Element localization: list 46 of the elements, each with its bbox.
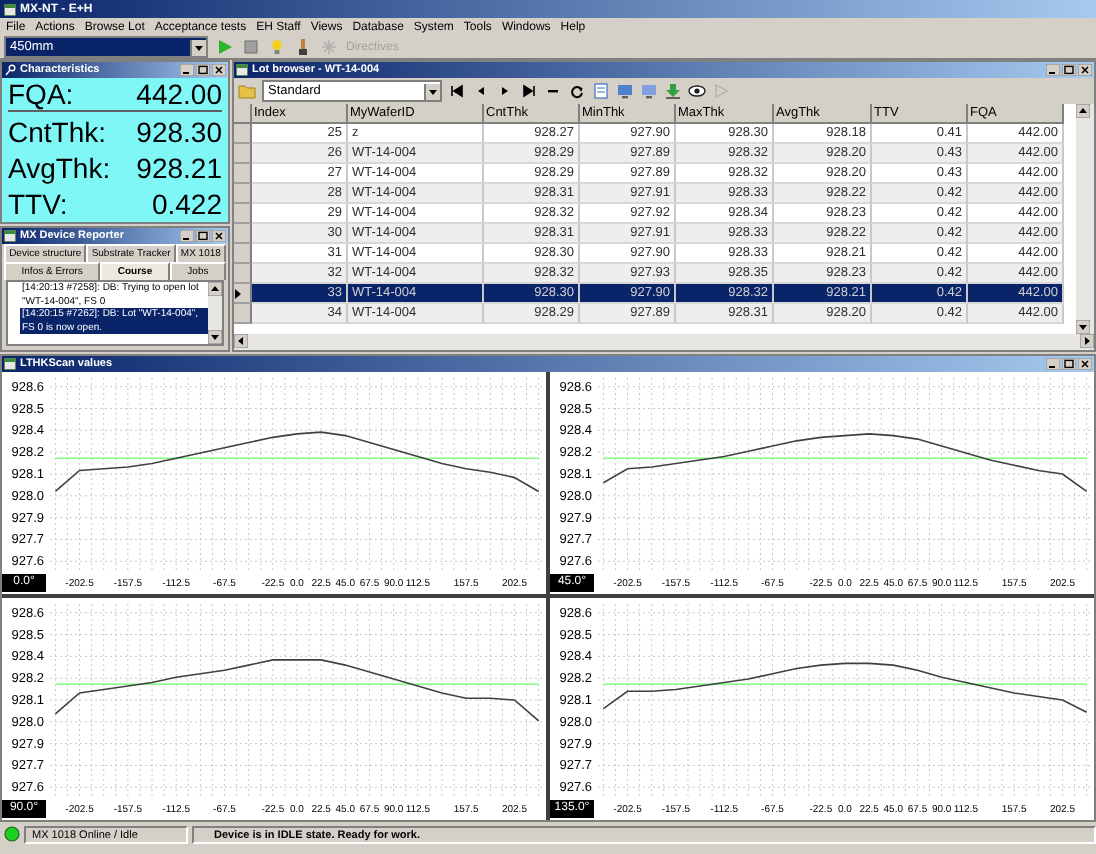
close-button[interactable]	[212, 64, 226, 76]
last-record-icon[interactable]	[520, 82, 538, 100]
computer-icon[interactable]	[640, 82, 658, 100]
maximize-button[interactable]	[1062, 64, 1076, 76]
first-record-icon[interactable]	[448, 82, 466, 100]
maximize-button[interactable]	[1062, 358, 1076, 370]
metric-label: FQA:	[8, 80, 74, 111]
download-icon[interactable]	[664, 82, 682, 100]
eye-icon[interactable]	[688, 82, 706, 100]
minimize-button[interactable]	[1046, 358, 1060, 370]
scroll-right-icon[interactable]	[1080, 334, 1094, 348]
current-row-icon	[234, 287, 242, 299]
window-icon	[4, 3, 16, 15]
dropdown-arrow-icon[interactable]	[190, 39, 206, 55]
brush-icon[interactable]	[294, 38, 312, 56]
scroll-down-icon[interactable]	[208, 330, 222, 344]
metric-label: CntThk:	[8, 118, 107, 149]
scroll-left-icon[interactable]	[234, 334, 248, 348]
asterisk-icon	[320, 38, 338, 56]
row-header[interactable]	[234, 284, 252, 304]
minimize-button[interactable]	[180, 64, 194, 76]
maximize-button[interactable]	[196, 64, 210, 76]
metric-value: 0.422	[151, 189, 222, 220]
minimize-button[interactable]	[1046, 64, 1060, 76]
scroll-up-icon[interactable]	[208, 282, 222, 296]
document-icon[interactable]	[592, 82, 610, 100]
refresh-icon[interactable]	[568, 82, 586, 100]
computer-icon[interactable]	[616, 82, 634, 100]
dropdown-arrow-icon[interactable]	[424, 83, 440, 99]
metric-label: TTV:	[8, 189, 68, 220]
minimize-button[interactable]	[180, 230, 194, 242]
metric-value: 442.00	[136, 80, 222, 111]
metric-label: AvgThk:	[8, 153, 111, 184]
metric-value: 928.21	[136, 153, 222, 184]
metric-value: 928.30	[136, 118, 222, 149]
window-icon	[4, 230, 16, 242]
close-button[interactable]	[1078, 358, 1092, 370]
window-icon	[236, 64, 248, 76]
scroll-up-icon[interactable]	[1076, 104, 1090, 118]
key-icon	[4, 64, 16, 76]
scroll-down-icon[interactable]	[1076, 320, 1090, 334]
maximize-button[interactable]	[196, 230, 210, 242]
close-button[interactable]	[212, 230, 226, 242]
light-bulb-icon[interactable]	[268, 38, 286, 56]
window-icon	[4, 358, 16, 370]
close-button[interactable]	[1078, 64, 1092, 76]
